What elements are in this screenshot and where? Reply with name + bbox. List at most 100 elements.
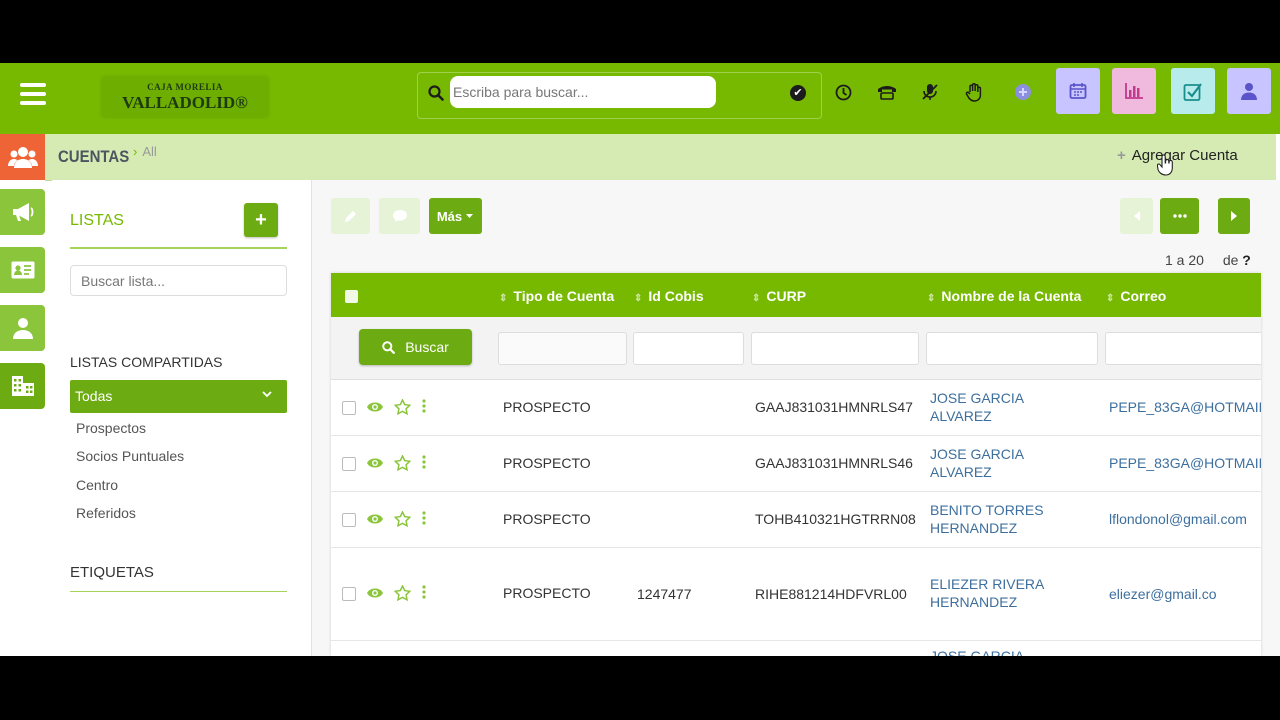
menu-icon[interactable] [20, 83, 46, 105]
cell-correo[interactable]: PEPE_83GA@HOTMAIL.C [1109, 455, 1261, 471]
kebab-menu-icon[interactable] [422, 511, 426, 525]
cell-nombre-line1[interactable]: JOSE GARCIA [930, 446, 1024, 462]
column-header-tipo[interactable]: ⇕ Tipo de Cuenta [499, 288, 614, 304]
hand-icon[interactable] [963, 81, 985, 103]
row-checkbox[interactable] [342, 513, 356, 527]
cell-nombre-line1[interactable]: JOSE GARCIA [930, 390, 1024, 406]
eye-icon[interactable] [366, 512, 384, 526]
list-search-input[interactable] [70, 265, 287, 296]
sort-icon: ⇕ [634, 293, 643, 304]
cell-correo[interactable]: PEPE_83GA@HOTMAIL.C [1109, 399, 1261, 415]
edit-button[interactable] [331, 198, 370, 234]
sort-icon: ⇕ [1106, 293, 1115, 304]
cell-nombre-line2[interactable]: HERNANDEZ [930, 520, 1017, 536]
shared-lists-title: LISTAS COMPARTIDAS [70, 354, 223, 370]
cell-correo[interactable]: eliezer@gmail.co [1109, 586, 1217, 602]
reports-button[interactable] [1112, 68, 1156, 114]
logo-line1: CAJA MORELIA [147, 82, 223, 92]
filter-curp[interactable] [751, 332, 919, 365]
campaigns-button[interactable] [0, 189, 45, 235]
global-search-input[interactable] [450, 76, 716, 108]
cell-nombre-line1[interactable]: ELIEZER RIVERA [930, 576, 1044, 592]
star-icon[interactable] [394, 511, 411, 527]
search-button[interactable]: Buscar [359, 329, 472, 365]
column-header-nombre[interactable]: ⇕ Nombre de la Cuenta [927, 288, 1081, 304]
table-header: ⇕ Tipo de Cuenta ⇕ Id Cobis ⇕ CURP ⇕ Nombre … [331, 273, 1261, 317]
more-button[interactable]: Más [429, 198, 482, 234]
filter-correo[interactable] [1105, 332, 1261, 365]
eye-icon[interactable] [366, 456, 384, 470]
module-header: CUENTAS › All + Agregar Cuenta [0, 134, 1276, 181]
main-content: Más 1 a 20 de ? ⇕ Tipo de Cuenta ⇕ Id Cobi… [312, 180, 1280, 656]
check-circle-icon[interactable]: ✔ [790, 85, 806, 101]
pager-of: de [1222, 252, 1239, 268]
plus-icon: + [1117, 147, 1126, 164]
next-page-button[interactable] [1218, 198, 1250, 234]
column-header-id-cobis[interactable]: ⇕ Id Cobis [634, 288, 704, 304]
tasks-button[interactable] [1171, 68, 1215, 114]
list-dropdown[interactable]: Todas [70, 380, 287, 413]
divider [70, 247, 287, 249]
prev-page-button[interactable] [1120, 198, 1153, 234]
global-search: ✔ [417, 72, 822, 119]
kebab-menu-icon[interactable] [422, 455, 426, 469]
lists-panel: LISTAS + LISTAS COMPARTIDAS Todas Prospe… [52, 180, 312, 656]
row-checkbox[interactable] [342, 457, 356, 471]
cell-correo[interactable]: lflondonol@gmail.com [1109, 511, 1247, 527]
cell-nombre-line1[interactable]: BENITO TORRES [930, 502, 1044, 518]
cell-nombre-line2[interactable]: ALVAREZ [930, 464, 992, 480]
cell-nombre-line2[interactable]: HERNANDEZ [930, 594, 1017, 610]
cell-curp: RIHE881214HDFVRL00 [755, 586, 907, 602]
users-icon[interactable] [0, 134, 45, 180]
filter-id-cobis[interactable] [633, 332, 744, 365]
megaphone-icon [12, 203, 33, 221]
row-checkbox[interactable] [342, 401, 356, 415]
filter-tipo[interactable] [498, 332, 627, 365]
clock-icon[interactable] [832, 81, 854, 103]
calendar-button[interactable] [1056, 68, 1100, 114]
sort-icon: ⇕ [927, 293, 936, 304]
page-ellipsis-button[interactable] [1160, 198, 1199, 234]
accounts-button[interactable] [0, 363, 45, 409]
phone-icon[interactable] [876, 81, 898, 103]
mic-off-icon[interactable] [919, 81, 941, 103]
eye-icon[interactable] [366, 400, 384, 414]
table-row[interactable]: PROSPECTO GAAJ831031HMNRLS46 JOSE GARCIA… [331, 436, 1261, 492]
cell-nombre-line2[interactable]: ALVAREZ [930, 408, 992, 424]
cell-nombre-line1[interactable]: JOSE GARCIA [930, 648, 1024, 656]
add-list-button[interactable]: + [244, 203, 278, 237]
star-icon[interactable] [394, 399, 411, 415]
table-row[interactable]: JOSE GARCIA [331, 641, 1261, 656]
row-checkbox[interactable] [342, 587, 356, 601]
table-row[interactable]: PROSPECTO GAAJ831031HMNRLS47 JOSE GARCIA… [331, 380, 1261, 436]
eye-icon[interactable] [366, 586, 384, 600]
column-header-correo[interactable]: ⇕ Correo [1106, 288, 1166, 304]
list-item-prospectos[interactable]: Prospectos [76, 420, 146, 436]
star-icon[interactable] [394, 585, 411, 601]
people-button[interactable] [0, 305, 45, 351]
pager-total: ? [1242, 252, 1251, 268]
kebab-menu-icon[interactable] [422, 585, 426, 599]
kebab-menu-icon[interactable] [422, 399, 426, 413]
plus-circle-icon[interactable] [1012, 81, 1034, 103]
contacts-button[interactable] [0, 247, 45, 293]
add-account-button[interactable]: + Agregar Cuenta [1117, 147, 1238, 164]
logo[interactable]: CAJA MORELIA VALLADOLID® [102, 77, 268, 117]
filter-nombre[interactable] [926, 332, 1098, 365]
column-header-curp[interactable]: ⇕ CURP [752, 288, 806, 304]
bee-mascot-icon[interactable] [1203, 655, 1267, 656]
select-all-checkbox[interactable] [345, 290, 358, 303]
tags-title: ETIQUETAS [70, 564, 154, 581]
comment-icon [392, 210, 407, 222]
comment-button[interactable] [379, 198, 420, 234]
profile-button[interactable] [1227, 68, 1271, 114]
table-row[interactable]: PROSPECTO TOHB410321HGTRRN08 BENITO TORR… [331, 492, 1261, 548]
list-item-referidos[interactable]: Referidos [76, 505, 136, 521]
list-item-socios-puntuales[interactable]: Socios Puntuales [76, 448, 184, 464]
star-icon[interactable] [394, 455, 411, 471]
list-item-centro[interactable]: Centro [76, 477, 118, 493]
table-row[interactable]: PROSPECTO 1247477 RIHE881214HDFVRL00 ELI… [331, 548, 1261, 641]
search-icon[interactable] [428, 85, 444, 101]
page-title: CUENTAS [58, 147, 130, 166]
breadcrumb[interactable]: › All [133, 144, 157, 159]
